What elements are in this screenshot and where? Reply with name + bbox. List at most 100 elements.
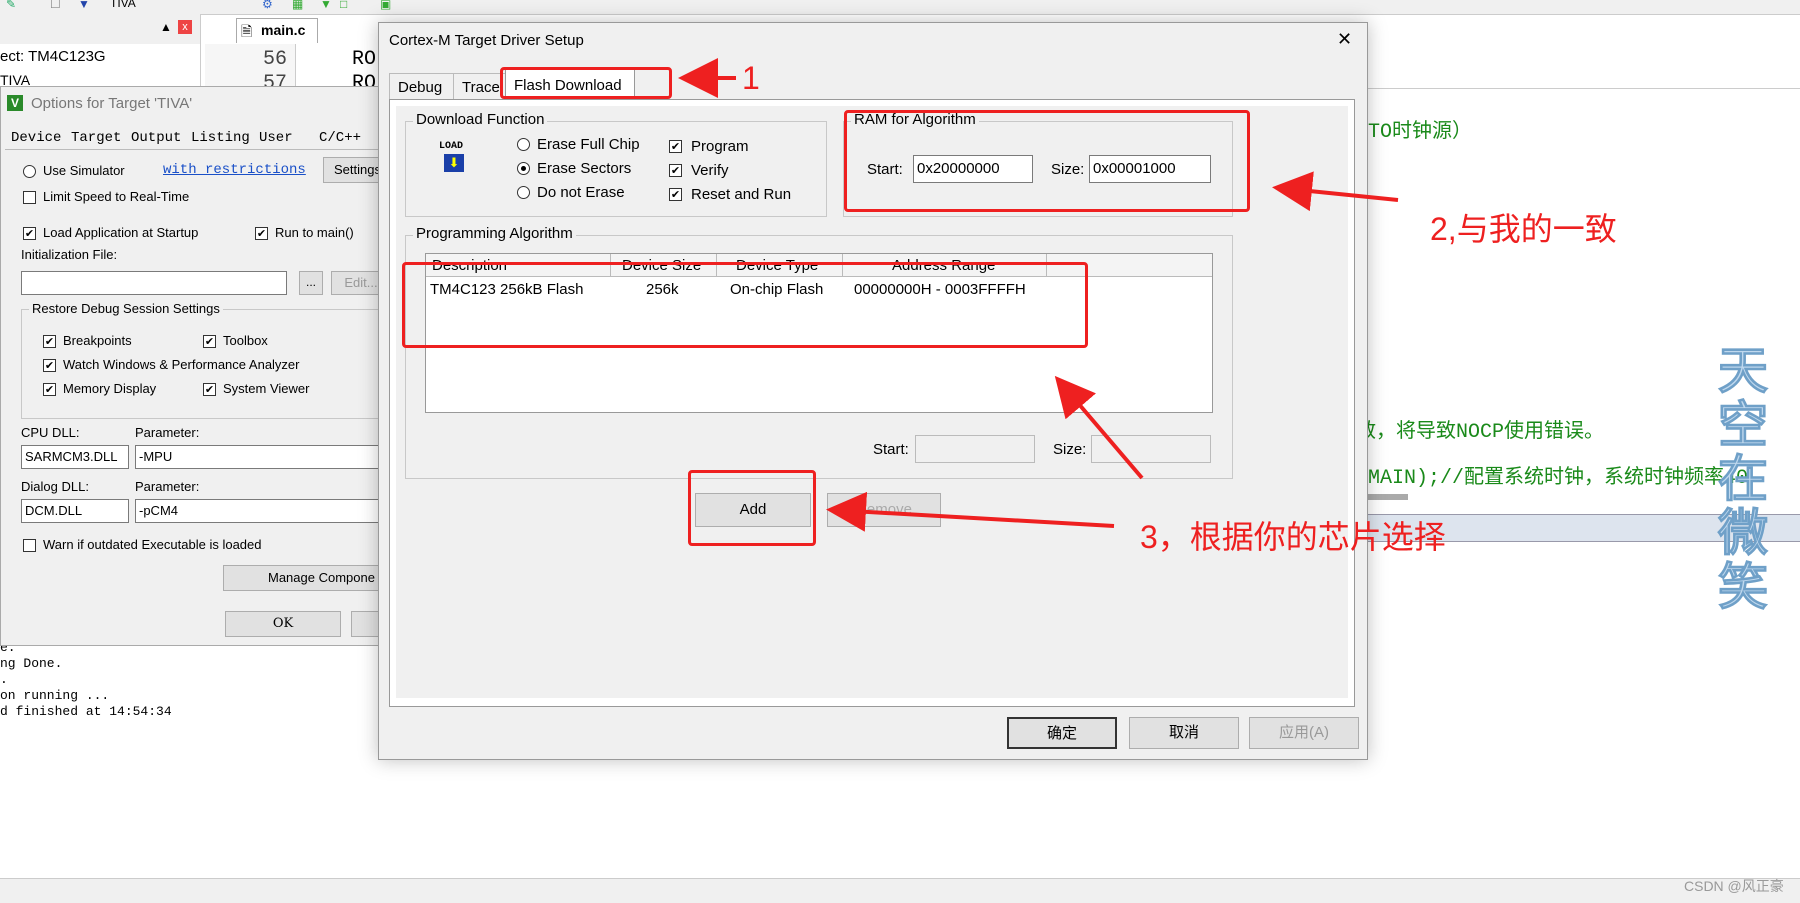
memory-display-checkbox[interactable] bbox=[43, 383, 56, 396]
tree-item-target[interactable]: TIVA bbox=[0, 72, 30, 86]
close-pane-icon[interactable]: x bbox=[178, 20, 192, 34]
keil-logo-icon: V bbox=[7, 95, 23, 111]
close-icon[interactable]: ✕ bbox=[1337, 29, 1352, 50]
use-simulator-label: Use Simulator bbox=[43, 163, 125, 178]
warn-outdated-checkbox[interactable] bbox=[23, 539, 36, 552]
tab-debug[interactable]: Debug bbox=[389, 73, 455, 100]
watermark-char: 笑 bbox=[1718, 559, 1769, 615]
cpu-dll-input[interactable]: SARMCM3.DLL bbox=[21, 445, 129, 469]
browse-button[interactable]: ... bbox=[299, 271, 323, 295]
csdn-watermark: CSDN @风正豪 bbox=[1684, 878, 1784, 894]
output-line: ng Done. bbox=[0, 656, 63, 671]
warn-outdated-label: Warn if outdated Executable is loaded bbox=[43, 537, 262, 552]
init-file-input[interactable] bbox=[21, 271, 287, 295]
breakpoints-checkbox[interactable] bbox=[43, 335, 56, 348]
watermark-char: 天 bbox=[1718, 343, 1769, 399]
confirm-button[interactable]: 确定 bbox=[1007, 717, 1117, 749]
toolbar-icon[interactable]: ▼ bbox=[78, 0, 90, 11]
watermark-char: 微 bbox=[1718, 505, 1769, 561]
restore-group-title: Restore Debug Session Settings bbox=[29, 301, 223, 316]
project-pane: ▲ x ect: TM4C123G TIVA bbox=[0, 14, 201, 86]
erase-sectors-radio[interactable] bbox=[517, 162, 530, 175]
annotation-label-3: 3，根据你的芯片选择 bbox=[1140, 519, 1446, 555]
edit-button[interactable]: Edit... bbox=[331, 271, 381, 295]
remove-button[interactable]: Remove bbox=[827, 493, 941, 527]
manage-components-button[interactable]: Manage Compone bbox=[223, 565, 381, 591]
build-output: e. ng Done. . on running ... d finished … bbox=[0, 640, 400, 740]
code-line: RO bbox=[352, 72, 377, 86]
algo-size-label: Size: bbox=[1053, 441, 1087, 458]
load-icon-text: LOAD bbox=[439, 141, 464, 152]
options-dialog-title: Options for Target 'TIVA' bbox=[31, 95, 193, 112]
tab-target[interactable]: Target bbox=[71, 130, 121, 146]
watermark-vertical: 天 空 在 微 笑 bbox=[1718, 343, 1774, 615]
limit-speed-checkbox[interactable] bbox=[23, 191, 36, 204]
annotation-label-2: 2,与我的一致 bbox=[1430, 211, 1617, 247]
ide-toolbar: ✎ ☐ ▼ TIVA ⚙ ▦ ▼ □ ▣ bbox=[0, 0, 1800, 15]
watch-windows-checkbox[interactable] bbox=[43, 359, 56, 372]
download-function-title: Download Function bbox=[413, 111, 548, 128]
dialog-param-input[interactable]: -pCM4 bbox=[135, 499, 381, 523]
options-dialog: V Options for Target 'TIVA' Device Targe… bbox=[0, 86, 382, 646]
output-line: . bbox=[0, 672, 8, 687]
do-not-erase-label: Do not Erase bbox=[537, 184, 625, 201]
watermark-char: 空 bbox=[1718, 397, 1769, 453]
output-line: d finished at 14:54:34 bbox=[0, 704, 172, 719]
toolbox-checkbox[interactable] bbox=[203, 335, 216, 348]
programming-algorithm-title: Programming Algorithm bbox=[413, 225, 576, 242]
use-simulator-radio[interactable] bbox=[23, 165, 36, 178]
toolbar-icon[interactable]: ☐ bbox=[50, 0, 61, 11]
restrictions-link[interactable]: with restrictions bbox=[163, 162, 306, 178]
toolbar-icon[interactable]: ✎ bbox=[6, 0, 16, 11]
run-to-main-checkbox[interactable] bbox=[255, 227, 268, 240]
project-pane-header: ▲ x bbox=[0, 14, 200, 44]
algo-size-input[interactable] bbox=[1091, 435, 1211, 463]
toolbar-icon[interactable]: ▦ bbox=[292, 0, 303, 11]
system-viewer-checkbox[interactable] bbox=[203, 383, 216, 396]
file-icon: 🗎 bbox=[241, 23, 253, 39]
limit-speed-label: Limit Speed to Real-Time bbox=[43, 189, 190, 204]
program-checkbox[interactable] bbox=[669, 140, 682, 153]
memory-display-label: Memory Display bbox=[63, 381, 157, 396]
toolbar-icon[interactable]: ▣ bbox=[380, 0, 391, 11]
ok-button[interactable]: OK bbox=[225, 611, 341, 637]
tab-trace[interactable]: Trace bbox=[453, 73, 507, 100]
tab-output[interactable]: Output bbox=[131, 130, 181, 146]
program-label: Program bbox=[691, 138, 749, 155]
tab-cpp[interactable]: C/C++ bbox=[319, 130, 361, 146]
verify-checkbox[interactable] bbox=[669, 164, 682, 177]
reset-run-checkbox[interactable] bbox=[669, 188, 682, 201]
watermark-char: 在 bbox=[1718, 451, 1769, 507]
erase-sectors-label: Erase Sectors bbox=[537, 160, 632, 177]
algo-start-input[interactable] bbox=[915, 435, 1035, 463]
annotation-label-1: 1 bbox=[742, 60, 760, 96]
options-tabbar: Device Target Output Listing User C/C++ bbox=[5, 127, 381, 150]
code-line: _MAIN);//配置系统时钟，系统时钟频率40 bbox=[1356, 467, 1749, 490]
editor-right-border bbox=[1356, 88, 1800, 89]
toolbar-target-select[interactable]: TIVA bbox=[110, 0, 136, 10]
tab-user[interactable]: User bbox=[259, 130, 293, 146]
run-to-main-label: Run to main() bbox=[275, 225, 354, 240]
tab-trace-label: Trace bbox=[462, 79, 500, 96]
dialog-dll-input[interactable]: DCM.DLL bbox=[21, 499, 129, 523]
apply-button[interactable]: 应用(A) bbox=[1249, 717, 1359, 749]
load-app-checkbox[interactable] bbox=[23, 227, 36, 240]
editor-tab[interactable]: 🗎 main.c bbox=[236, 18, 318, 43]
toolbar-icon[interactable]: ▼ bbox=[320, 0, 332, 11]
pin-icon[interactable]: ▲ bbox=[160, 20, 172, 34]
erase-full-chip-radio[interactable] bbox=[517, 138, 530, 151]
tab-listing[interactable]: Listing bbox=[191, 130, 250, 146]
editor-tab-label: main.c bbox=[261, 22, 306, 38]
highlight-ram-group bbox=[844, 110, 1250, 212]
highlight-flash-download-tab bbox=[500, 67, 672, 99]
cpu-param-input[interactable]: -MPU bbox=[135, 445, 381, 469]
do-not-erase-radio[interactable] bbox=[517, 186, 530, 199]
settings-button[interactable]: Settings bbox=[323, 157, 381, 183]
toolbar-icon[interactable]: ⚙ bbox=[262, 0, 273, 11]
cancel-button[interactable]: 取消 bbox=[1129, 717, 1239, 749]
reset-run-label: Reset and Run bbox=[691, 186, 792, 203]
toolbar-icon[interactable]: □ bbox=[340, 0, 347, 11]
tab-device[interactable]: Device bbox=[11, 130, 61, 146]
status-bar bbox=[0, 878, 1800, 903]
code-line: RTO时钟源） bbox=[1356, 121, 1473, 144]
